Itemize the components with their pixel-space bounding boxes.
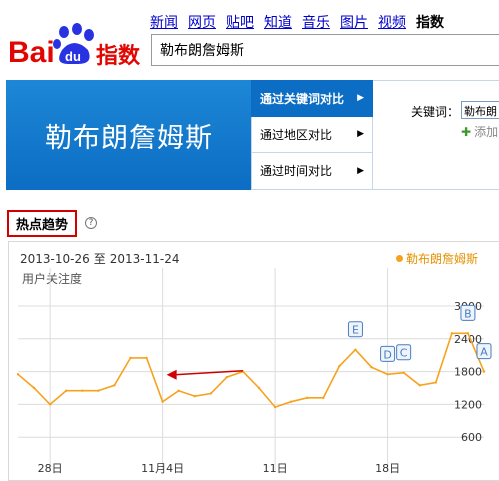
data-point — [482, 370, 486, 373]
data-point — [354, 348, 357, 351]
data-point — [450, 332, 454, 335]
annotation-marker-b: B — [460, 304, 476, 321]
data-point — [402, 371, 405, 374]
annotation-label: D — [383, 348, 391, 361]
data-point — [129, 356, 132, 360]
data-point — [65, 389, 68, 392]
data-point — [466, 332, 470, 335]
data-point — [48, 403, 52, 406]
annotation-marker-e: E — [347, 321, 363, 338]
data-point — [16, 373, 20, 376]
y-tick-label: 1800 — [454, 366, 482, 379]
x-tick-label: 11月4日 — [141, 462, 184, 475]
data-point — [338, 364, 341, 368]
data-point — [273, 405, 277, 409]
data-point — [32, 386, 36, 390]
data-point — [289, 400, 293, 403]
annotation-marker-a: A — [476, 343, 492, 360]
data-point — [418, 384, 421, 387]
y-tick-label: 1200 — [454, 398, 482, 411]
trend-chart: 600120018002400300028日11月4日11日18日EDCBA — [16, 268, 492, 475]
data-point — [193, 395, 196, 398]
annotation-label: A — [480, 346, 488, 359]
data-point — [257, 386, 261, 390]
annotation-label: B — [464, 307, 472, 320]
data-point — [386, 373, 389, 376]
data-point — [161, 400, 164, 403]
annotation-marker-c: C — [396, 344, 412, 361]
series-line — [17, 332, 485, 409]
annotation-marker-d: D — [380, 345, 396, 362]
data-point — [225, 375, 229, 379]
x-tick-label: 11日 — [263, 462, 288, 475]
data-point — [145, 356, 148, 360]
data-point — [434, 381, 437, 384]
data-point — [370, 366, 373, 369]
data-point — [306, 396, 309, 400]
data-point — [322, 396, 325, 400]
y-tick-label: 600 — [461, 431, 482, 444]
annotation-label: C — [400, 347, 408, 360]
data-point — [177, 389, 180, 392]
annotation-label: E — [352, 324, 359, 337]
data-point — [81, 389, 84, 392]
data-point — [113, 384, 116, 387]
data-point — [97, 389, 100, 392]
data-point — [209, 392, 213, 395]
x-tick-label: 18日 — [375, 462, 400, 475]
x-tick-label: 28日 — [38, 462, 63, 475]
